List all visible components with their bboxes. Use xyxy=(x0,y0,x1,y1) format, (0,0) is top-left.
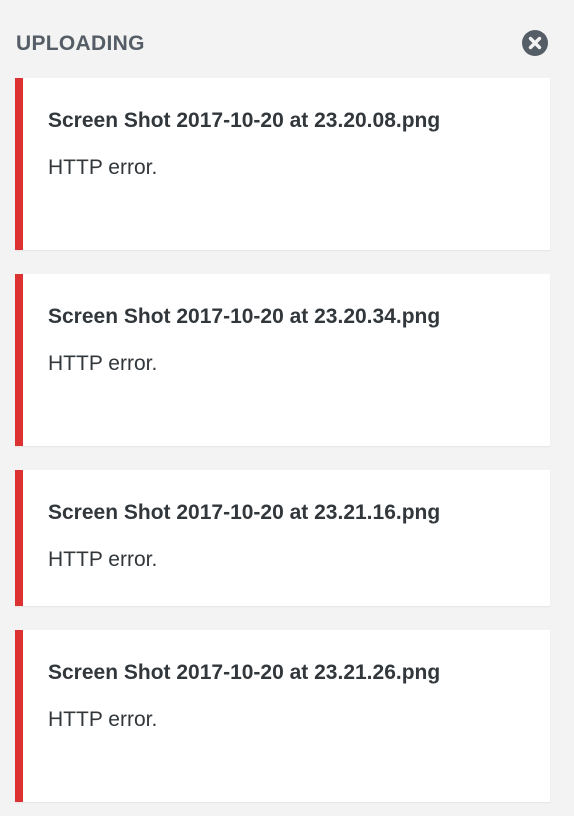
upload-error-item: Screen Shot 2017-10-20 at 23.20.08.png H… xyxy=(15,78,550,250)
panel-title: UPLOADING xyxy=(16,32,145,55)
upload-list: Screen Shot 2017-10-20 at 23.20.08.png H… xyxy=(15,78,550,802)
close-button[interactable] xyxy=(522,30,548,56)
upload-filename: Screen Shot 2017-10-20 at 23.20.34.png xyxy=(48,305,441,328)
upload-filename: Screen Shot 2017-10-20 at 23.20.08.png xyxy=(48,109,441,132)
upload-error-message: HTTP error. xyxy=(48,708,158,731)
upload-error-item: Screen Shot 2017-10-20 at 23.20.34.png H… xyxy=(15,274,550,446)
upload-filename: Screen Shot 2017-10-20 at 23.21.16.png xyxy=(48,501,441,524)
upload-panel: UPLOADING Screen Shot 2017-10-20 at 23.2… xyxy=(0,0,574,816)
upload-error-message: HTTP error. xyxy=(48,352,158,375)
upload-error-item: Screen Shot 2017-10-20 at 23.21.26.png H… xyxy=(15,630,550,802)
upload-error-message: HTTP error. xyxy=(48,548,158,571)
upload-filename: Screen Shot 2017-10-20 at 23.21.26.png xyxy=(48,661,441,684)
upload-error-message: HTTP error. xyxy=(48,156,158,179)
upload-error-item: Screen Shot 2017-10-20 at 23.21.16.png H… xyxy=(15,470,550,606)
close-circle-icon xyxy=(528,36,542,50)
panel-header: UPLOADING xyxy=(16,30,550,58)
